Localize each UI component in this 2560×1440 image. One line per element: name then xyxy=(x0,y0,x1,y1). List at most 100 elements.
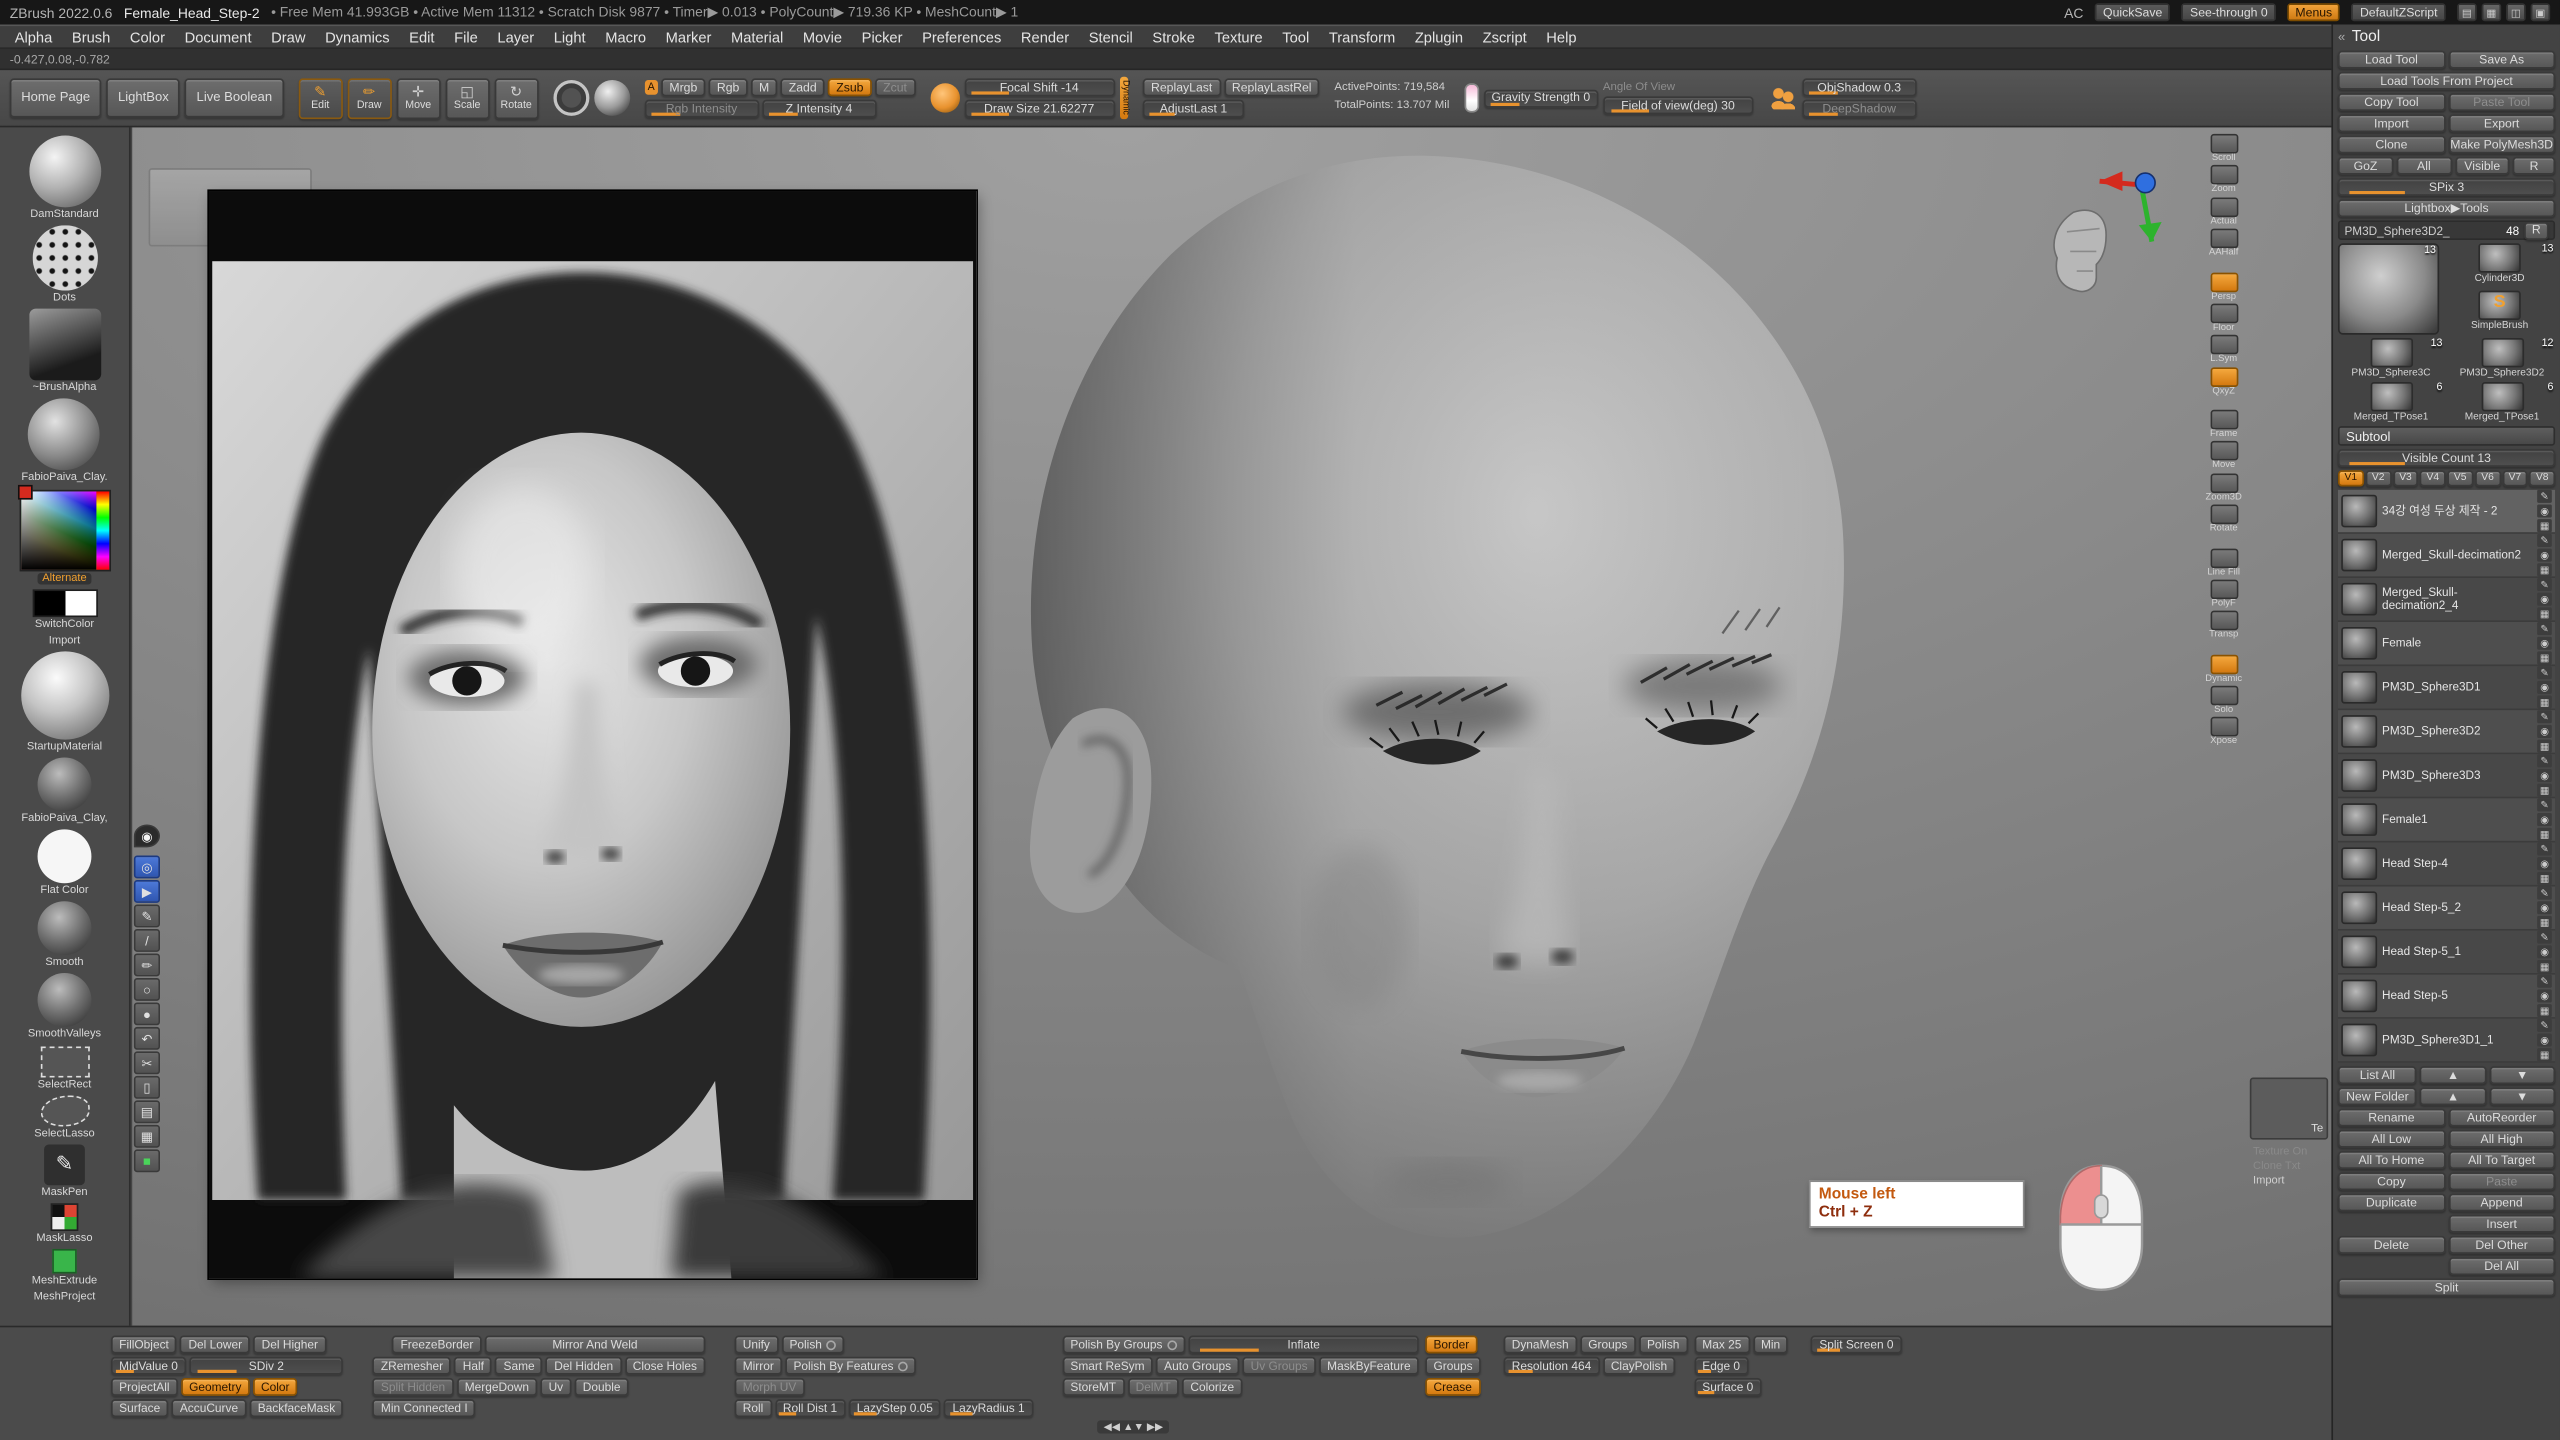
menu-item[interactable]: Layer xyxy=(497,29,534,45)
panel-button[interactable]: Delete xyxy=(2338,1236,2445,1254)
dock-button[interactable]: Surface xyxy=(111,1399,168,1417)
panel-button[interactable]: Append xyxy=(2448,1193,2555,1211)
dock-button[interactable]: Roll Dist 1 xyxy=(775,1399,846,1417)
panel-button[interactable]: Paste Tool xyxy=(2448,93,2555,111)
panel-button[interactable]: Copy xyxy=(2338,1172,2445,1190)
polyframe-icon[interactable]: PolyF xyxy=(2201,579,2247,609)
panel-button[interactable]: Save As xyxy=(2448,51,2555,69)
palette-dock-icon[interactable]: ▦ xyxy=(2482,3,2502,21)
solo-icon[interactable]: Solo xyxy=(2201,686,2247,716)
dock-button[interactable]: SDiv 2 xyxy=(189,1357,343,1375)
subtool-row[interactable]: PM3D_Sphere3D3 xyxy=(2338,754,2555,798)
paint-icon[interactable] xyxy=(2537,798,2552,811)
sidebar-item[interactable]: Flat Color xyxy=(38,830,92,897)
panel-button[interactable]: Copy Tool xyxy=(2338,93,2445,111)
dock-scroll-nav[interactable]: ◀◀ ▲▼ ▶▶ xyxy=(1097,1420,1170,1433)
dock-button[interactable]: Smart ReSym xyxy=(1062,1357,1152,1375)
polyframe-toggle-icon[interactable] xyxy=(2537,607,2552,620)
dock-button[interactable]: Morph UV xyxy=(735,1378,805,1396)
tray-item[interactable]: Texture On xyxy=(2250,1144,2328,1159)
menu-item[interactable]: Tool xyxy=(1282,29,1309,45)
dock-button[interactable]: BackfaceMask xyxy=(250,1399,344,1417)
eye-icon[interactable] xyxy=(2537,681,2552,694)
deep-shadow-slider[interactable]: DeepShadow xyxy=(1802,100,1916,118)
sidebar-item[interactable]: SelectRect xyxy=(38,1046,92,1090)
panel-button[interactable]: All To Home xyxy=(2338,1151,2445,1169)
panel-button[interactable]: SPix 3 xyxy=(2338,178,2555,196)
subtool-row[interactable]: PM3D_Sphere3D1 xyxy=(2338,666,2555,710)
panel-button[interactable]: Insert xyxy=(2448,1215,2555,1233)
rotate-view-icon[interactable]: Rotate xyxy=(2201,505,2247,535)
dock-button[interactable]: Polish xyxy=(1639,1336,1688,1354)
subtool-row[interactable]: Head Step-5_2 xyxy=(2338,887,2555,931)
tool-slot[interactable]: 12 PM3D_Sphere3D2 xyxy=(2449,338,2555,379)
subtool-view-tab[interactable]: V5 xyxy=(2447,470,2473,486)
dock-button[interactable]: Del Higher xyxy=(254,1336,327,1354)
dock-button[interactable]: Groups xyxy=(1580,1336,1635,1354)
menu-item[interactable]: File xyxy=(454,29,478,45)
panel-button[interactable]: Duplicate xyxy=(2338,1193,2445,1211)
subtool-row[interactable]: PM3D_Sphere3D2 xyxy=(2338,710,2555,754)
eye-icon[interactable] xyxy=(2537,945,2552,958)
circle-tool-icon[interactable]: ○ xyxy=(134,978,160,1001)
paint-mode-button[interactable]: Zadd xyxy=(781,78,825,96)
draw-size-slider[interactable]: Draw Size 21.62277 xyxy=(964,100,1114,118)
eye-icon[interactable] xyxy=(2537,813,2552,826)
menu-item[interactable]: Stencil xyxy=(1089,29,1133,45)
paint-icon[interactable] xyxy=(2537,1019,2552,1032)
dock-button[interactable]: FillObject xyxy=(111,1336,177,1354)
eye-icon[interactable]: ◎ xyxy=(134,856,160,879)
dynamic-mode-icon[interactable]: Dynamic xyxy=(2201,654,2247,684)
menus-button[interactable]: Menus xyxy=(2287,3,2340,21)
eye-icon[interactable] xyxy=(2537,549,2552,562)
polyframe-toggle-icon[interactable] xyxy=(2537,651,2552,664)
eye-icon[interactable] xyxy=(2537,901,2552,914)
paint-icon[interactable] xyxy=(2537,534,2552,547)
dock-button[interactable]: Polish xyxy=(781,1336,844,1354)
eye-icon[interactable] xyxy=(2537,769,2552,782)
dock-button[interactable]: Colorize xyxy=(1182,1378,1242,1396)
lightbox-button[interactable]: LightBox xyxy=(107,78,181,117)
menu-item[interactable]: Render xyxy=(1021,29,1069,45)
menu-item[interactable]: Texture xyxy=(1214,29,1262,45)
menu-item[interactable]: Alpha xyxy=(15,29,53,45)
panel-button[interactable]: Lightbox▶Tools xyxy=(2338,199,2555,217)
dock-button[interactable]: Auto Groups xyxy=(1156,1357,1239,1375)
paint-mode-button[interactable]: Zcut xyxy=(875,78,915,96)
obj-shadow-slider[interactable]: ObjShadow 0.3 xyxy=(1802,78,1916,96)
menu-item[interactable]: Brush xyxy=(72,29,110,45)
sidebar-item[interactable]: SelectLasso xyxy=(34,1095,94,1139)
dock-button[interactable]: Geometry xyxy=(181,1378,250,1396)
panel-button[interactable]: Paste xyxy=(2448,1172,2555,1190)
scroll-icon[interactable]: Scroll xyxy=(2201,134,2247,164)
dock-button[interactable]: Min xyxy=(1753,1336,1789,1354)
dock-button[interactable]: AccuCurve xyxy=(172,1399,247,1417)
tray-item[interactable]: Clone Txt xyxy=(2250,1159,2328,1174)
paint-icon[interactable] xyxy=(2537,887,2552,900)
sculpt-3d-head[interactable] xyxy=(955,144,1869,1326)
panel-button[interactable]: ▼ xyxy=(2489,1087,2555,1105)
polyframe-toggle-icon[interactable] xyxy=(2537,696,2552,709)
dock-button[interactable]: Polish By Features xyxy=(785,1357,916,1375)
panel-button[interactable]: AutoReorder xyxy=(2448,1109,2555,1127)
subtool-row[interactable]: Head Step-5 xyxy=(2338,975,2555,1019)
menu-item[interactable]: Picker xyxy=(862,29,903,45)
undo-icon[interactable]: ↶ xyxy=(134,1027,160,1050)
eye-icon[interactable] xyxy=(2537,1033,2552,1046)
green-swatch-icon[interactable]: ■ xyxy=(134,1149,160,1172)
mode-button[interactable]: ✏ Draw xyxy=(347,78,391,119)
subtool-view-tab[interactable]: V6 xyxy=(2475,470,2501,486)
dock-button[interactable]: Close Holes xyxy=(625,1357,706,1375)
dock-button[interactable]: ZRemesher xyxy=(373,1357,452,1375)
cursor-icon[interactable]: ▶ xyxy=(134,880,160,903)
panel-button[interactable]: Load Tools From Project xyxy=(2338,72,2555,90)
dock-button[interactable]: StoreMT xyxy=(1062,1378,1124,1396)
gravity-strength-slider[interactable]: Gravity Strength 0 xyxy=(1484,89,1598,107)
dock-button[interactable]: MergeDown xyxy=(457,1378,538,1396)
paint-mode-button[interactable]: Mrgb xyxy=(661,78,705,96)
polyframe-toggle-icon[interactable] xyxy=(2537,519,2552,532)
sidebar-item[interactable]: StartupMaterial xyxy=(20,651,108,752)
palette-grid-icon[interactable]: ▦ xyxy=(134,1125,160,1148)
menu-item[interactable]: Macro xyxy=(605,29,646,45)
polyframe-toggle-icon[interactable] xyxy=(2537,784,2552,797)
